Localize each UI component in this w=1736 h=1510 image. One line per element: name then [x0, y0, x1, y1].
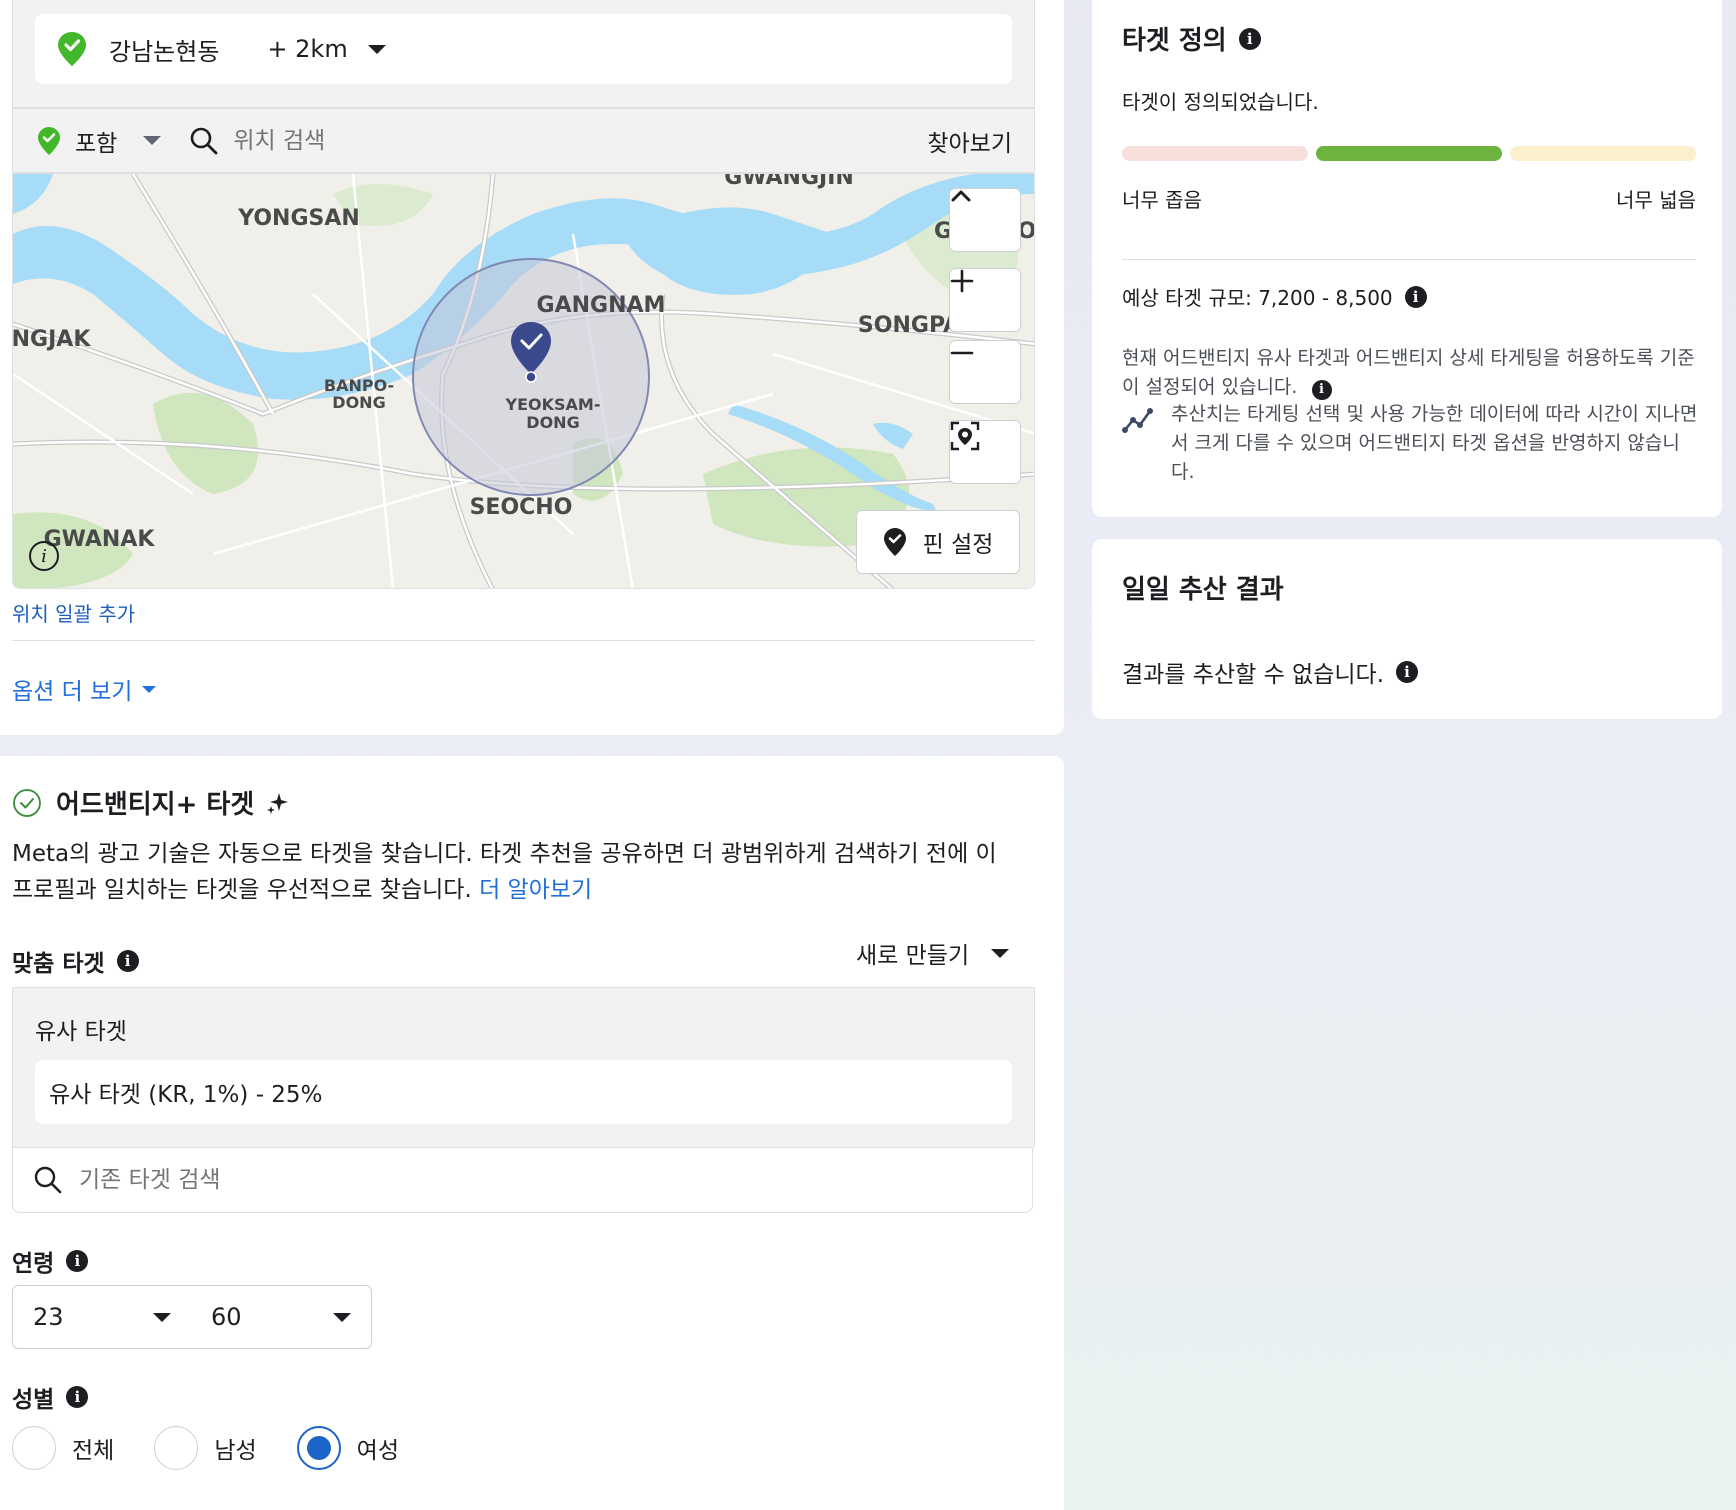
trend-icon	[1122, 408, 1153, 433]
gender-male-radio[interactable]	[154, 1426, 199, 1470]
plus-icon	[950, 269, 974, 293]
zoom-in-button[interactable]	[949, 268, 1021, 332]
set-pin-button[interactable]: 핀 설정	[856, 510, 1020, 574]
location-panel: 강남논현동 + 2km 포함 찾아보기	[0, 0, 1064, 735]
age-max-value: 60	[211, 1303, 242, 1331]
daily-estimate-message: 결과를 추산할 수 없습니다. i	[1122, 655, 1419, 689]
meter-defined-segment	[1316, 146, 1502, 161]
sparkle-icon	[267, 792, 289, 814]
map-label-gwanak: GWANAK	[44, 527, 156, 552]
bulk-add-locations-link[interactable]: 위치 일괄 추가	[12, 598, 135, 627]
map-label-ngjak: NGJAK	[13, 327, 91, 352]
advantage-description: Meta의 광고 기술은 자동으로 타겟을 찾습니다. 타겟 추천을 공유하면 …	[12, 836, 1042, 908]
info-icon[interactable]: i	[1396, 661, 1419, 683]
info-icon[interactable]: i	[1311, 379, 1332, 400]
chevron-down-icon[interactable]	[143, 136, 162, 145]
map-label-seocho: SEOCHO	[470, 495, 573, 520]
lookalike-audience-chip[interactable]: 유사 타겟 (KR, 1%) - 25%	[35, 1060, 1012, 1124]
lookalike-title: 유사 타겟	[35, 1019, 127, 1045]
chevron-down-icon	[333, 1312, 351, 1322]
map-label-yeoksam: YEOKSAM-	[505, 395, 601, 414]
create-new-dropdown[interactable]: 새로 만들기	[856, 936, 1010, 970]
audience-definition-title: 타겟 정의 i	[1122, 20, 1261, 57]
advantage-criteria-note: 현재 어드밴티지 유사 타겟과 어드밴티지 상세 타게팅을 허용하도록 기준이 …	[1122, 347, 1695, 400]
chevron-down-icon	[991, 948, 1010, 958]
divider	[1122, 259, 1696, 260]
map-label-gangnam: GANGNAM	[537, 293, 666, 318]
audience-breadth-meter	[1122, 146, 1696, 161]
age-label: 연령 i	[12, 1244, 89, 1278]
set-pin-label: 핀 설정	[922, 532, 994, 558]
more-options-label: 옵션 더 보기	[12, 679, 133, 705]
map-label-gwangjin: GWANGJIN	[724, 174, 854, 190]
existing-audience-search-input[interactable]	[79, 1167, 879, 1193]
info-icon[interactable]: i	[116, 950, 139, 972]
chevron-down-icon	[142, 685, 157, 693]
advantage-description-line-2: 프로필과 일치하는 타겟을 우선적으로 찾습니다. 더 알아보기	[12, 877, 593, 903]
gender-all-radio[interactable]	[12, 1426, 56, 1470]
advantage-description-line-1: Meta의 광고 기술은 자동으로 타겟을 찾습니다. 타겟 추천을 공유하면 …	[12, 841, 997, 867]
age-min-select[interactable]: 23	[12, 1285, 192, 1349]
gender-radio-group: 전체 남성 여성	[12, 1426, 439, 1470]
daily-estimate-title: 일일 추산 결과	[1122, 575, 1284, 605]
map-label-yongsan: YONGSAN	[237, 206, 360, 231]
divider	[12, 640, 1035, 641]
advantage-title: 어드밴티지+ 타겟	[12, 784, 290, 821]
info-icon[interactable]: i	[1238, 27, 1261, 50]
zoom-out-button[interactable]	[949, 340, 1021, 404]
existing-audience-search	[12, 1147, 1033, 1213]
browse-button[interactable]: 찾아보기	[927, 124, 1012, 158]
map-label-banpo-dong: DONG	[332, 393, 385, 412]
info-icon[interactable]: i	[1404, 285, 1427, 308]
more-options-link[interactable]: 옵션 더 보기	[12, 672, 157, 706]
meter-narrow-segment	[1122, 146, 1308, 161]
chevron-up-icon	[951, 190, 971, 202]
pin-check-icon	[883, 528, 906, 556]
map-label-yeoksam-dong: DONG	[526, 413, 579, 432]
info-icon[interactable]: i	[66, 1386, 89, 1408]
location-name: 강남논현동	[109, 37, 220, 66]
minus-icon	[950, 351, 974, 355]
too-broad-label: 너무 넓음	[1616, 188, 1696, 212]
advantage-title-text: 어드밴티지+ 타겟	[56, 790, 255, 820]
age-max-select[interactable]: 60	[191, 1285, 372, 1349]
check-circle-icon	[13, 788, 41, 817]
map-info-icon[interactable]: i	[29, 541, 59, 571]
gender-female-label[interactable]: 여성	[357, 1431, 399, 1465]
estimated-audience-size: 예상 타겟 규모: 7,200 - 8,500 i	[1122, 282, 1427, 311]
map-label-songpa: SONGPA	[858, 313, 960, 338]
gender-all-label[interactable]: 전체	[72, 1431, 114, 1465]
locate-pin-icon	[950, 421, 980, 451]
location-search-row: 포함 찾아보기	[12, 108, 1035, 173]
selected-location-area: 강남논현동 + 2km	[12, 0, 1035, 108]
create-new-label: 새로 만들기	[856, 943, 970, 969]
chevron-down-icon[interactable]	[367, 44, 386, 54]
selected-location-chip[interactable]: 강남논현동 + 2km	[35, 14, 1012, 84]
info-icon[interactable]: i	[66, 1250, 89, 1272]
lookalike-section: 유사 타겟 유사 타겟 (KR, 1%) - 25%	[12, 987, 1035, 1147]
gender-male-label[interactable]: 남성	[214, 1431, 256, 1465]
gender-female-radio[interactable]	[296, 1426, 341, 1470]
meter-broad-segment	[1510, 146, 1696, 161]
custom-audience-label: 맞춤 타겟 i	[12, 944, 139, 978]
search-icon	[34, 1166, 62, 1194]
learn-more-link[interactable]: 더 알아보기	[479, 877, 592, 903]
estimate-disclaimer: 추산치는 타게팅 선택 및 사용 가능한 데이터에 따라 시간이 지나면서 크게…	[1171, 403, 1698, 483]
search-icon	[191, 127, 218, 154]
gender-label: 성별 i	[12, 1380, 89, 1414]
chevron-down-icon	[153, 1312, 171, 1322]
too-narrow-label: 너무 좁음	[1122, 188, 1202, 212]
audience-definition-card: 타겟 정의 i 타겟이 정의되었습니다. 너무 좁음 너무 넓음 예상 타겟 규…	[1092, 0, 1722, 517]
include-pin-icon	[38, 126, 60, 155]
location-search-input[interactable]	[233, 127, 834, 154]
definition-status: 타겟이 정의되었습니다.	[1122, 90, 1319, 114]
locate-button[interactable]	[949, 420, 1021, 484]
location-map[interactable]: GWANGJIN YONGSAN GANGNAM SONGPA NGJAK BA…	[12, 173, 1035, 589]
include-dropdown[interactable]: 포함	[75, 124, 117, 158]
map-collapse-button[interactable]	[949, 188, 1021, 252]
radius-selector[interactable]: + 2km	[267, 35, 347, 63]
age-min-value: 23	[33, 1303, 64, 1331]
daily-estimate-card: 일일 추산 결과	[1092, 539, 1722, 719]
location-pin-icon	[58, 32, 86, 66]
